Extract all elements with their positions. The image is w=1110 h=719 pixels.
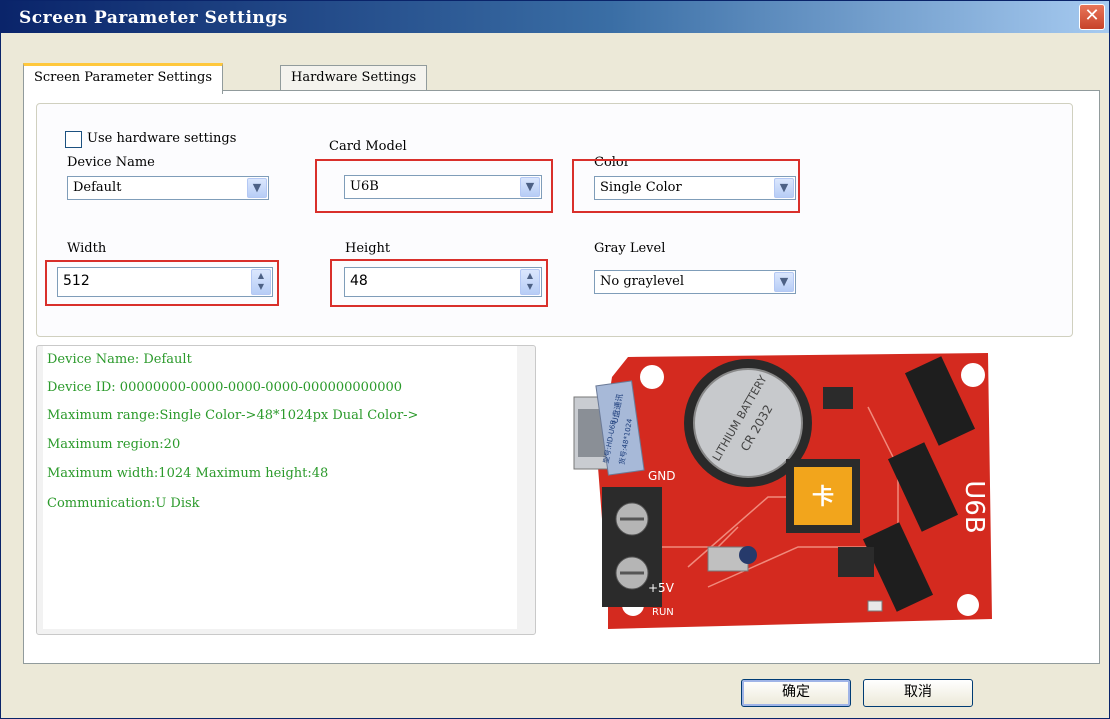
device-name-label: Device Name <box>67 155 155 170</box>
svg-text:U6B: U6B <box>959 480 989 533</box>
card-model-value: U6B <box>350 179 379 194</box>
info-line: Device ID: 00000000-0000-0000-0000-00000… <box>47 380 403 395</box>
device-name-value: Default <box>73 180 122 195</box>
tab-hardware-settings[interactable]: Hardware Settings <box>280 65 428 91</box>
tab-screen-parameter-settings[interactable]: Screen Parameter Settings <box>23 63 224 94</box>
device-info-text-area: Device Name: Default Device ID: 00000000… <box>43 346 517 629</box>
dropdown-arrow-icon[interactable]: ▼ <box>774 178 794 198</box>
use-hardware-label: Use hardware settings <box>87 131 237 146</box>
close-button[interactable]: ✕ <box>1079 4 1105 30</box>
gray-level-label: Gray Level <box>594 241 666 256</box>
width-value: 512 <box>63 273 90 289</box>
color-select[interactable]: Single Color ▼ <box>594 176 796 200</box>
info-line: Communication:U Disk <box>47 496 200 511</box>
svg-text:GND: GND <box>648 469 676 483</box>
dropdown-arrow-icon[interactable]: ▼ <box>774 272 794 292</box>
height-label: Height <box>345 241 391 256</box>
mount-hole <box>957 594 979 616</box>
spin-arrows-icon[interactable]: ▲ ▼ <box>520 269 540 295</box>
mount-hole <box>961 363 985 387</box>
color-label: Color <box>594 155 630 170</box>
info-line: Maximum region:20 <box>47 437 181 452</box>
mount-hole <box>640 365 664 389</box>
gray-level-select[interactable]: No graylevel ▼ <box>594 270 796 294</box>
use-hardware-checkbox[interactable] <box>65 131 82 148</box>
width-label: Width <box>67 241 107 256</box>
controller-board-image: U盘通讯 型号:HD-U6B 货号:48*1024 LITHIUM BATTER… <box>568 347 998 636</box>
color-value: Single Color <box>600 180 682 195</box>
height-spinbox[interactable]: 48 ▲ ▼ <box>344 267 542 297</box>
device-info-panel: Device Name: Default Device ID: 00000000… <box>36 345 536 635</box>
gray-level-value: No graylevel <box>600 274 685 289</box>
info-line: Device Name: Default <box>47 352 192 367</box>
dropdown-arrow-icon[interactable]: ▼ <box>520 177 540 197</box>
ok-button[interactable]: 确定 <box>741 679 851 707</box>
svg-text:RUN: RUN <box>652 607 674 618</box>
device-name-select[interactable]: Default ▼ <box>67 176 269 200</box>
info-line: Maximum range:Single Color->48*1024px Du… <box>47 408 419 423</box>
title-bar[interactable]: Screen Parameter Settings ✕ <box>1 1 1109 33</box>
dropdown-arrow-icon[interactable]: ▼ <box>247 178 267 198</box>
card-model-select[interactable]: U6B ▼ <box>344 175 542 199</box>
parameters-group: Use hardware settings Device Name Defaul… <box>36 103 1073 337</box>
height-value: 48 <box>350 273 368 289</box>
info-line: Maximum width:1024 Maximum height:48 <box>47 466 329 481</box>
dialog-window: Screen Parameter Settings ✕ Screen Param… <box>0 0 1110 719</box>
controller-board-drawing: U盘通讯 型号:HD-U6B 货号:48*1024 LITHIUM BATTER… <box>573 353 992 629</box>
window-title: Screen Parameter Settings <box>19 8 288 28</box>
coin-battery <box>693 368 803 478</box>
svg-text:+5V: +5V <box>648 581 675 595</box>
spin-arrows-icon[interactable]: ▲ ▼ <box>251 269 271 295</box>
width-spinbox[interactable]: 512 ▲ ▼ <box>57 267 273 297</box>
svg-text:卡: 卡 <box>812 485 834 510</box>
tab-panel: Use hardware settings Device Name Defaul… <box>23 90 1100 664</box>
close-icon: ✕ <box>1084 5 1100 26</box>
cancel-button[interactable]: 取消 <box>863 679 973 707</box>
card-model-label: Card Model <box>329 139 407 154</box>
